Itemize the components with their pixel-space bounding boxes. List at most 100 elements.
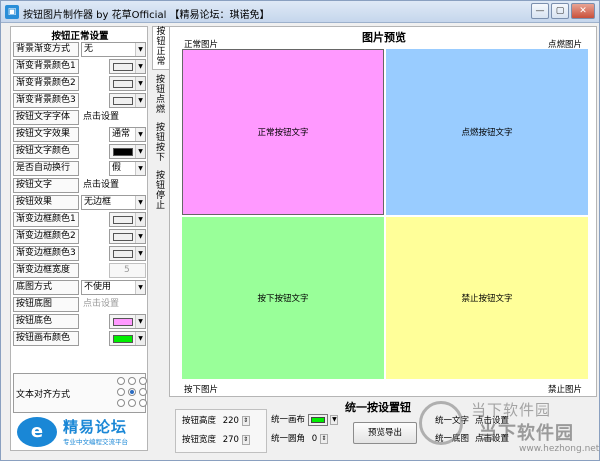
color-picker[interactable]: ▼ bbox=[109, 76, 146, 91]
maximize-button[interactable]: ▢ bbox=[551, 3, 569, 19]
color-picker[interactable]: ▼ bbox=[109, 93, 146, 108]
chevron-down-icon[interactable]: ▼ bbox=[135, 332, 145, 345]
color-picker[interactable]: ▼ bbox=[109, 212, 146, 227]
chevron-down-icon[interactable]: ▼ bbox=[135, 77, 145, 90]
settings-row: 渐变背景颜色1 ▼ bbox=[13, 59, 146, 74]
color-picker[interactable]: ▼ bbox=[109, 59, 146, 74]
tab-button-state-1[interactable]: 按钮点燃 bbox=[152, 75, 169, 119]
app-icon: ▣ bbox=[5, 5, 19, 19]
tab-char: 钮 bbox=[155, 133, 165, 143]
settings-row-label: 按钮文字效果 bbox=[13, 127, 79, 142]
pressed-image-label: 按下图片 bbox=[184, 385, 219, 395]
tab-button-state-0[interactable]: 按钮正常 bbox=[152, 26, 169, 70]
settings-dropdown[interactable]: 不使用 ▼ bbox=[81, 280, 146, 295]
close-button[interactable]: ✕ bbox=[571, 3, 595, 19]
radius-value[interactable]: 0 bbox=[312, 434, 317, 444]
settings-row: 按钮文字颜色 ▼ bbox=[13, 144, 146, 159]
align-middle-left-radio[interactable] bbox=[117, 388, 125, 396]
align-top-right-radio[interactable] bbox=[139, 377, 147, 385]
settings-dropdown[interactable]: 无边框 ▼ bbox=[81, 195, 146, 210]
settings-row-label: 是否自动换行 bbox=[13, 161, 79, 176]
height-spinner-icon[interactable]: ⇕ bbox=[241, 415, 250, 426]
settings-row-label: 渐变背景颜色3 bbox=[13, 93, 79, 108]
radius-label: 统一圆角 bbox=[271, 434, 306, 444]
settings-row: 渐变背景颜色3 ▼ bbox=[13, 93, 146, 108]
tab-char: 停 bbox=[155, 191, 165, 201]
width-value[interactable]: 270 bbox=[223, 435, 239, 445]
chevron-down-icon[interactable]: ▼ bbox=[135, 162, 145, 175]
chevron-down-icon[interactable]: ▼ bbox=[135, 315, 145, 328]
settings-dropdown[interactable]: 无 ▼ bbox=[81, 42, 146, 57]
settings-row-label: 按钮底色 bbox=[13, 314, 79, 329]
settings-dropdown[interactable]: 通常 ▼ bbox=[109, 127, 146, 142]
color-swatch bbox=[113, 335, 133, 343]
chevron-down-icon[interactable]: ▼ bbox=[135, 247, 145, 260]
height-value[interactable]: 220 bbox=[223, 416, 239, 426]
tab-char: 按 bbox=[155, 75, 165, 85]
settings-dropdown[interactable]: 假 ▼ bbox=[109, 161, 146, 176]
color-swatch bbox=[113, 148, 133, 156]
color-swatch bbox=[113, 97, 133, 105]
tab-char: 燃 bbox=[155, 105, 165, 115]
normal-button-preview[interactable]: 正常按钮文字 bbox=[182, 49, 384, 215]
settings-row-label: 渐变边框宽度 bbox=[13, 263, 79, 278]
width-row: 按钮宽度 270 ⇕ bbox=[182, 433, 250, 445]
chevron-down-icon[interactable]: ▼ bbox=[135, 196, 145, 209]
settings-row-label: 底图方式 bbox=[13, 280, 79, 295]
align-bottom-left-radio[interactable] bbox=[117, 399, 125, 407]
settings-row-label: 按钮效果 bbox=[13, 195, 79, 210]
radius-row: 统一圆角 0 ⇕ bbox=[271, 432, 328, 444]
width-spinner-icon[interactable]: ⇕ bbox=[241, 434, 250, 445]
align-middle-right-radio[interactable] bbox=[139, 388, 147, 396]
chevron-down-icon[interactable]: ▼ bbox=[135, 145, 145, 158]
color-picker[interactable]: ▼ bbox=[109, 246, 146, 261]
align-bottom-right-radio[interactable] bbox=[139, 399, 147, 407]
align-top-left-radio[interactable] bbox=[117, 377, 125, 385]
radius-spinner-icon[interactable]: ⇕ bbox=[319, 433, 328, 444]
tab-char: 常 bbox=[156, 57, 166, 67]
dropdown-value: 假 bbox=[112, 163, 122, 173]
chevron-down-icon[interactable]: ▼ bbox=[135, 281, 145, 294]
width-label: 按钮宽度 bbox=[182, 435, 217, 445]
settings-row: 按钮效果 无边框 ▼ bbox=[13, 195, 146, 210]
chevron-down-icon[interactable]: ▼ bbox=[135, 128, 145, 141]
pressed-button-preview[interactable]: 按下按钮文字 bbox=[182, 217, 384, 379]
color-picker[interactable]: ▼ bbox=[109, 314, 146, 329]
align-middle-center-radio[interactable] bbox=[128, 388, 136, 396]
export-preview-button[interactable]: 预览导出 bbox=[353, 422, 417, 444]
click-to-set-link[interactable]: 点击设置 bbox=[83, 297, 148, 312]
tab-char: 按 bbox=[155, 123, 165, 133]
click-to-set-link[interactable]: 点击设置 bbox=[83, 110, 148, 125]
border-width-spinner[interactable]: 5 bbox=[109, 263, 146, 278]
title-bar: ▣ 按钮图片制作器 by 花草Official 【精易论坛：琪诺免】 — ▢ ✕ bbox=[1, 1, 599, 23]
canvas-color-picker[interactable] bbox=[307, 413, 328, 426]
align-top-center-radio[interactable] bbox=[128, 377, 136, 385]
tab-button-state-2[interactable]: 按钮按下 bbox=[152, 123, 169, 167]
settings-row: 渐变边框颜色1 ▼ bbox=[13, 212, 146, 227]
canvas-dropdown-icon[interactable]: ▼ bbox=[330, 414, 339, 425]
chevron-down-icon[interactable]: ▼ bbox=[135, 213, 145, 226]
settings-row-label: 渐变边框颜色2 bbox=[13, 229, 79, 244]
hover-button-preview[interactable]: 点燃按钮文字 bbox=[386, 49, 588, 215]
chevron-down-icon[interactable]: ▼ bbox=[135, 43, 145, 56]
tab-char: 钮 bbox=[155, 85, 165, 95]
watermark-url: www.hezhong.net bbox=[519, 444, 600, 454]
minimize-button[interactable]: — bbox=[531, 3, 549, 19]
color-picker[interactable]: ▼ bbox=[109, 144, 146, 159]
color-picker[interactable]: ▼ bbox=[109, 331, 146, 346]
settings-row-label: 按钮画布颜色 bbox=[13, 331, 79, 346]
chevron-down-icon[interactable]: ▼ bbox=[135, 60, 145, 73]
tab-button-state-3[interactable]: 按钮停止 bbox=[152, 171, 169, 215]
color-swatch bbox=[113, 318, 133, 326]
logo-name: 精易论坛 bbox=[63, 418, 128, 436]
height-row: 按钮高度 220 ⇕ bbox=[182, 414, 250, 426]
align-bottom-center-radio[interactable] bbox=[128, 399, 136, 407]
disabled-image-label: 禁止图片 bbox=[547, 385, 582, 395]
chevron-down-icon[interactable]: ▼ bbox=[135, 230, 145, 243]
disabled-button-preview[interactable]: 禁止按钮文字 bbox=[386, 217, 588, 379]
color-picker[interactable]: ▼ bbox=[109, 229, 146, 244]
chevron-down-icon[interactable]: ▼ bbox=[135, 94, 145, 107]
settings-row: 渐变边框宽度 5 bbox=[13, 263, 146, 278]
dropdown-value: 无边框 bbox=[84, 197, 112, 207]
click-to-set-link[interactable]: 点击设置 bbox=[83, 178, 148, 193]
